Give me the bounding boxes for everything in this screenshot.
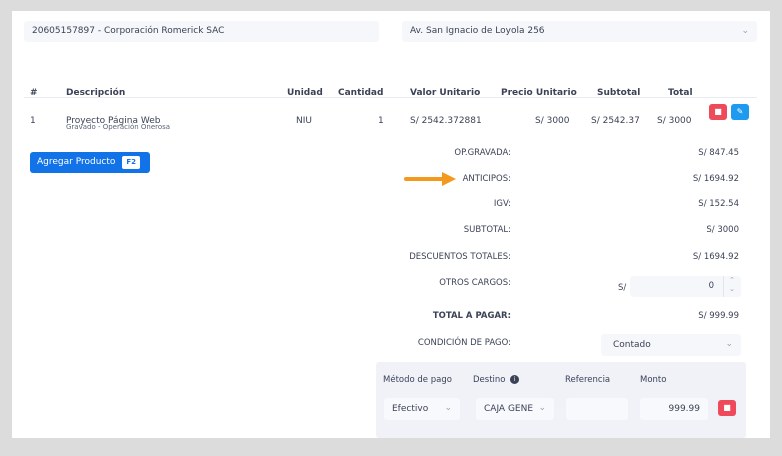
payment-reference-input[interactable] bbox=[566, 398, 628, 420]
payment-method-value: Efectivo bbox=[392, 404, 429, 414]
igv-label: IGV: bbox=[493, 199, 511, 209]
chevron-down-icon: ⌄ bbox=[725, 339, 733, 349]
address-select[interactable]: Av. San Ignacio de Loyola 256 ⌄ bbox=[402, 21, 757, 42]
otros-cargos-stepper[interactable]: ⌃ ⌄ bbox=[723, 276, 741, 297]
chevron-down-icon: ⌄ bbox=[741, 26, 749, 36]
otros-cargos-currency: S/ bbox=[618, 283, 627, 293]
payment-destination-header: Destino i bbox=[473, 375, 520, 385]
op-gravada-value: S/ 847.45 bbox=[698, 148, 739, 158]
payment-method-select[interactable]: Efectivo ⌄ bbox=[384, 398, 460, 420]
payment-method-header: Método de pago bbox=[383, 375, 452, 385]
otros-cargos-input[interactable]: 0 ⌃ ⌄ bbox=[630, 276, 741, 297]
payment-reference-header: Referencia bbox=[565, 375, 611, 385]
chevron-down-icon: ⌄ bbox=[444, 403, 452, 413]
chevron-down-icon: ⌄ bbox=[538, 403, 546, 413]
total-pagar-label: TOTAL A PAGAR: bbox=[432, 311, 511, 321]
add-product-button[interactable]: Agregar Producto F2 bbox=[30, 152, 150, 173]
address-value: Av. San Ignacio de Loyola 256 bbox=[410, 26, 545, 36]
subtotal-label: SUBTOTAL: bbox=[463, 225, 511, 235]
row-total: S/ 3000 bbox=[657, 116, 692, 126]
row-subtotal: S/ 2542.37 bbox=[591, 116, 640, 126]
trash-icon: ■ bbox=[723, 403, 731, 412]
anticipos-label: ANTICIPOS: bbox=[462, 174, 511, 184]
total-pagar-value: S/ 999.99 bbox=[698, 311, 739, 321]
payment-destination-select[interactable]: CAJA GENE ⌄ bbox=[476, 398, 554, 420]
payment-destination-value: CAJA GENE bbox=[484, 404, 534, 414]
pencil-icon: ✎ bbox=[736, 107, 744, 116]
delete-payment-button[interactable]: ■ bbox=[718, 400, 736, 416]
descuentos-label: DESCUENTOS TOTALES: bbox=[409, 252, 511, 262]
payment-section: Método de pago Destino i Referencia Mont… bbox=[376, 362, 746, 438]
payment-destination-label: Destino bbox=[473, 375, 506, 385]
row-unit: NIU bbox=[296, 116, 312, 126]
payment-amount-header: Monto bbox=[640, 375, 667, 385]
row-precio-unitario: S/ 3000 bbox=[535, 116, 570, 126]
add-product-label: Agregar Producto bbox=[37, 157, 116, 167]
condicion-pago-select[interactable]: Contado ⌄ bbox=[601, 334, 741, 356]
op-gravada-label: OP.GRAVADA: bbox=[454, 148, 511, 158]
shortcut-badge: F2 bbox=[122, 156, 140, 169]
invoice-panel: 20605157897 - Corporación Romerick SAC A… bbox=[12, 11, 770, 438]
client-select[interactable]: 20605157897 - Corporación Romerick SAC bbox=[24, 21, 379, 42]
anticipos-value: S/ 1694.92 bbox=[692, 174, 739, 184]
chevron-up-icon[interactable]: ⌃ bbox=[729, 276, 735, 284]
edit-row-button[interactable]: ✎ bbox=[731, 104, 749, 120]
row-quantity: 1 bbox=[378, 116, 384, 126]
row-valor-unitario: S/ 2542.372881 bbox=[410, 116, 482, 126]
otros-cargos-value: 0 bbox=[708, 281, 714, 291]
info-icon[interactable]: i bbox=[510, 375, 520, 384]
payment-amount-value: 999.99 bbox=[668, 404, 701, 414]
client-value: 20605157897 - Corporación Romerick SAC bbox=[32, 26, 225, 36]
payment-amount-input[interactable]: 999.99 bbox=[640, 398, 708, 420]
row-num: 1 bbox=[30, 116, 36, 126]
header-divider bbox=[24, 97, 757, 98]
condicion-pago-value: Contado bbox=[613, 340, 651, 350]
subtotal-value: S/ 3000 bbox=[706, 225, 739, 235]
igv-value: S/ 152.54 bbox=[698, 199, 739, 209]
trash-icon: ■ bbox=[714, 107, 722, 116]
chevron-down-icon[interactable]: ⌄ bbox=[729, 285, 735, 293]
row-sub-description: Gravado - Operación Onerosa bbox=[66, 123, 171, 131]
delete-row-button[interactable]: ■ bbox=[709, 104, 727, 120]
condicion-pago-label: CONDICIÓN DE PAGO: bbox=[417, 338, 511, 348]
otros-cargos-label: OTROS CARGOS: bbox=[439, 278, 511, 288]
descuentos-value: S/ 1694.92 bbox=[692, 252, 739, 262]
